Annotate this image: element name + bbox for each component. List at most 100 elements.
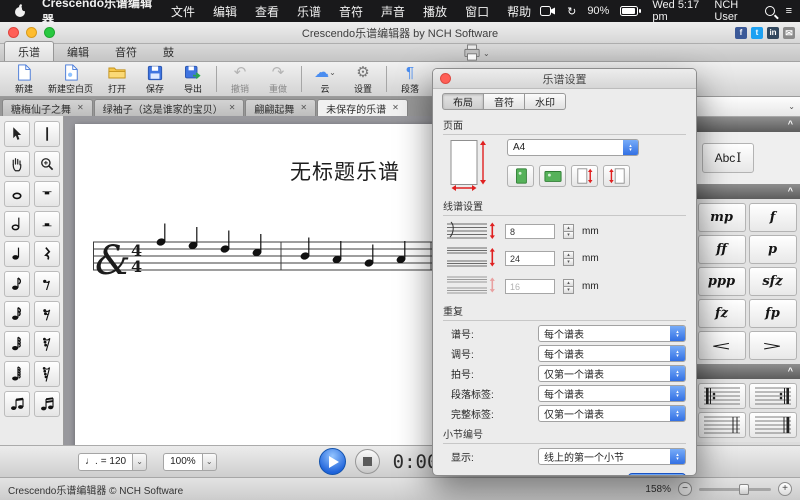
menu-view[interactable]: 查看 [246,3,288,20]
settings-button[interactable]: ⚙ 设置 [344,63,382,96]
twitter-icon[interactable]: t [751,27,763,39]
panel-selector-dropdown[interactable]: ⌄ [694,97,800,117]
zoom-window-button[interactable] [44,27,55,38]
dynamic-sfz-button[interactable]: sfz [749,267,797,296]
zoom-dropdown-chevron-icon[interactable]: ⌄ [203,453,217,471]
dialog-tab-layout[interactable]: 布局 [442,93,484,110]
panel-section-header-dynamics[interactable]: ^ [694,184,800,199]
menu-user[interactable]: NCH User [714,0,753,23]
stop-button[interactable] [355,449,380,474]
new-blank-page-button[interactable]: 新建空白页 [43,63,98,96]
zoom-slider-thumb[interactable] [739,484,749,495]
barline-tool-button[interactable] [34,121,60,147]
stepper-up-icon[interactable]: ▴ [563,279,574,287]
half-rest-button[interactable] [34,211,60,237]
menu-app-name[interactable]: Crescendo乐谱编辑器 [33,0,162,28]
cloud-dropdown-chevron-icon[interactable]: ⌄ [329,69,336,77]
dynamic-ppp-button[interactable]: ppp [698,267,746,296]
close-tab-icon[interactable]: ✕ [392,104,399,112]
select-tool-button[interactable] [4,121,30,147]
full-label-repeat-dropdown[interactable]: 仅第一个谱表 ▴▾ [538,405,686,422]
decrescendo-hairpin-button[interactable]: > [749,331,797,360]
menu-sound[interactable]: 声音 [372,3,414,20]
redo-button[interactable]: ↷ 重做 [259,63,297,96]
dynamic-mp-button[interactable]: mp [698,203,746,232]
menu-notes[interactable]: 音符 [330,3,372,20]
add-text-button[interactable]: Abc I [702,143,754,173]
staff-gap-field[interactable]: 24 [505,251,555,266]
export-button[interactable]: 导出 [174,63,212,96]
close-window-button[interactable] [8,27,19,38]
panel-section-header-text[interactable]: ^ [694,117,800,132]
video-icon[interactable] [540,6,556,16]
sixtyfourth-rest-button[interactable] [34,361,60,387]
thirtysecond-rest-button[interactable] [34,331,60,357]
dialog-tab-watermark[interactable]: 水印 [525,93,566,110]
doc-tab-3[interactable]: 翩翩起舞 ✕ [245,99,316,116]
stepper-down-icon[interactable]: ▾ [563,287,574,294]
ribbon-tab-drums[interactable]: 鼓 [150,42,187,61]
stepper-up-icon[interactable]: ▴ [563,251,574,259]
repeat-end-barline-button[interactable] [749,383,797,409]
measure-number-dropdown[interactable]: 线上的第一个小节 ▴▾ [538,448,686,465]
menu-score[interactable]: 乐谱 [288,3,330,20]
hand-pan-tool-button[interactable] [4,151,30,177]
stepper-down-icon[interactable]: ▾ [563,259,574,266]
close-tab-icon[interactable]: ✕ [77,104,84,112]
collapse-chevron-icon[interactable]: ^ [788,187,793,196]
ribbon-tab-edit[interactable]: 编辑 [54,42,102,61]
confirm-button[interactable]: 确认 [628,473,686,476]
email-icon[interactable]: ✉ [783,27,795,39]
sixtyfourth-note-button[interactable] [4,361,30,387]
panel-section-header-barlines[interactable]: ^ [694,364,800,379]
doc-tab-1[interactable]: 糖梅仙子之舞 ✕ [2,99,93,116]
ribbon-tab-notes[interactable]: 音符 [102,42,150,61]
repeat-start-barline-button[interactable] [698,383,746,409]
collapse-chevron-icon[interactable]: ^ [788,120,793,129]
dynamic-fz-button[interactable]: fz [698,299,746,328]
time-sig-repeat-dropdown[interactable]: 仅第一个谱表 ▴▾ [538,365,686,382]
beamed-eighth-notes-button[interactable] [4,391,30,417]
play-button[interactable] [319,448,346,475]
staff-height-field[interactable]: 8 [505,224,555,239]
zoom-out-button[interactable]: − [678,482,692,496]
stepper-down-icon[interactable]: ▾ [563,232,574,239]
portrait-orientation-button[interactable] [507,165,534,187]
new-score-button[interactable]: 新建 [5,63,43,96]
menu-help[interactable]: 帮助 [498,3,540,20]
zoom-slider[interactable] [699,488,771,491]
quarter-rest-button[interactable] [34,241,60,267]
minimize-window-button[interactable] [26,27,37,38]
collapse-chevron-icon[interactable]: ^ [788,367,793,376]
menu-file[interactable]: 文件 [162,3,204,20]
section-label-repeat-dropdown[interactable]: 每个谱表 ▴▾ [538,385,686,402]
margin-right-button[interactable] [603,165,630,187]
beamed-sixteenth-notes-button[interactable] [34,391,60,417]
print-dropdown-chevron-icon[interactable]: ⌄ [483,50,490,58]
spotlight-search-icon[interactable] [765,6,775,16]
close-tab-icon[interactable]: ✕ [300,104,307,112]
ribbon-tab-score[interactable]: 乐谱 [4,41,54,61]
zoom-tool-button[interactable] [34,151,60,177]
doc-tab-4-active[interactable]: 未保存的乐谱 ✕ [317,99,408,116]
dynamic-p-button[interactable]: p [749,235,797,264]
system-gap-field[interactable]: 16 [505,279,555,294]
sync-icon[interactable]: ↻ [567,5,576,18]
save-button[interactable]: 保存 [136,63,174,96]
apple-menu-icon[interactable] [8,4,33,18]
eighth-note-button[interactable] [4,271,30,297]
dynamic-ff-button[interactable]: ff [698,235,746,264]
half-note-button[interactable] [4,211,30,237]
undo-button[interactable]: ↶ 撤销 [221,63,259,96]
quarter-note-button[interactable] [4,241,30,267]
section-button[interactable]: ¶ 段落 [391,63,429,96]
whole-rest-button[interactable] [34,181,60,207]
tempo-control[interactable]: ♩. = 120 ⌄ [78,453,147,471]
double-barline-button[interactable] [698,412,746,438]
menu-edit[interactable]: 编辑 [204,3,246,20]
facebook-icon[interactable]: f [735,27,747,39]
close-tab-icon[interactable]: ✕ [229,104,236,112]
dynamic-fp-button[interactable]: fp [749,299,797,328]
eighth-rest-button[interactable] [34,271,60,297]
whole-note-button[interactable] [4,181,30,207]
